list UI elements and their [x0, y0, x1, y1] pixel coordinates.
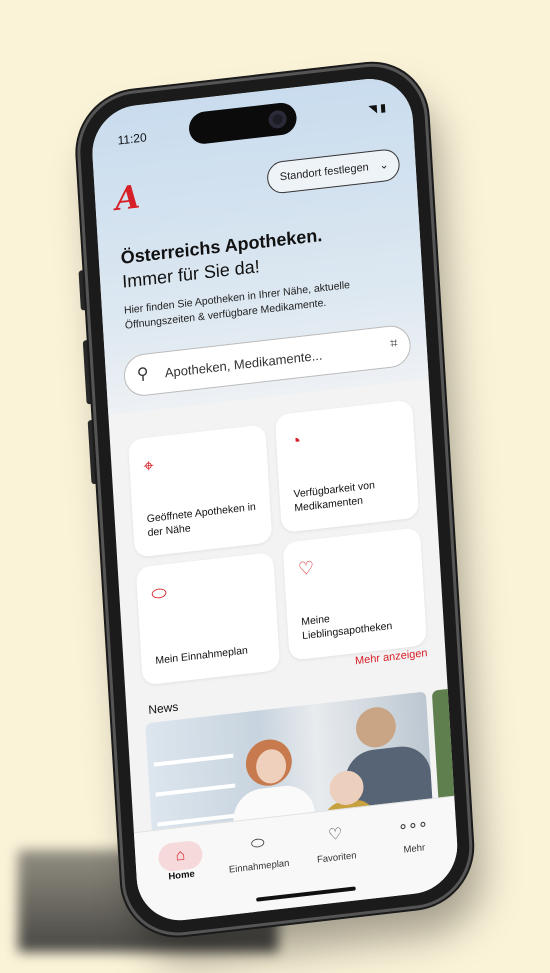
heart-icon: ♡: [327, 825, 344, 845]
tile-label: Geöffnete Apotheken in der Nähe: [146, 500, 257, 540]
tab-label: Favoriten: [316, 850, 357, 866]
tile-medication-availability[interactable]: ◔ Verfügbarkeit von Medikamenten: [274, 399, 420, 533]
apotheken-logo[interactable]: A: [114, 177, 141, 218]
signal-battery-icon: ◥ ▮: [368, 102, 387, 116]
app-screen: 11:20 ◥ ▮ A Standort festlegen ⌄ Österre…: [89, 74, 460, 926]
news-heading: News: [147, 699, 179, 717]
tab-label: Einnahmeplan: [228, 857, 290, 876]
phone-frame: 11:20 ◥ ▮ A Standort festlegen ⌄ Österre…: [77, 60, 473, 939]
barcode-scan-icon[interactable]: ⌗: [390, 335, 398, 352]
tab-intake-plan[interactable]: ⬭ Einnahmeplan: [222, 829, 294, 876]
pill-icon: ⬭: [250, 834, 266, 854]
tile-intake-plan[interactable]: ⬭ Mein Einnahmeplan: [135, 552, 281, 686]
pill-icon: ⬭: [150, 582, 168, 605]
tab-favorites[interactable]: ♡ Favoriten: [300, 820, 372, 867]
tile-favorite-pharmacies[interactable]: ♡ Meine Lieblingsapotheken: [282, 527, 427, 661]
tile-label: Mein Einnahmeplan: [155, 644, 249, 667]
availability-clock-icon: ◔: [289, 430, 302, 452]
customer-head: [354, 705, 398, 750]
tab-label: Home: [168, 868, 196, 883]
tab-home[interactable]: ⌂ Home: [145, 838, 217, 885]
chevron-down-icon: ⌄: [379, 159, 389, 173]
location-pin-icon: ⌖: [142, 455, 155, 477]
tile-label: Verfügbarkeit von Medikamenten: [293, 479, 376, 515]
home-indicator: [256, 886, 356, 902]
heart-icon: ♡: [297, 557, 315, 580]
shelf: [155, 783, 236, 797]
search-icon: ⚲: [136, 365, 150, 384]
tab-label: Mehr: [403, 842, 426, 856]
tile-label: Meine Lieblingsapotheken: [300, 612, 393, 643]
phone-mockup: 11:20 ◥ ▮ A Standort festlegen ⌄ Österre…: [32, 0, 508, 973]
camera-icon: [268, 109, 288, 130]
location-button-label: Standort festlegen: [279, 161, 370, 184]
tile-open-pharmacies[interactable]: ⌖ Geöffnete Apotheken in der Nähe: [127, 424, 273, 558]
more-icon: ∘∘∘: [397, 815, 429, 837]
tab-more[interactable]: ∘∘∘ Mehr: [378, 812, 450, 859]
shelf: [153, 753, 234, 767]
